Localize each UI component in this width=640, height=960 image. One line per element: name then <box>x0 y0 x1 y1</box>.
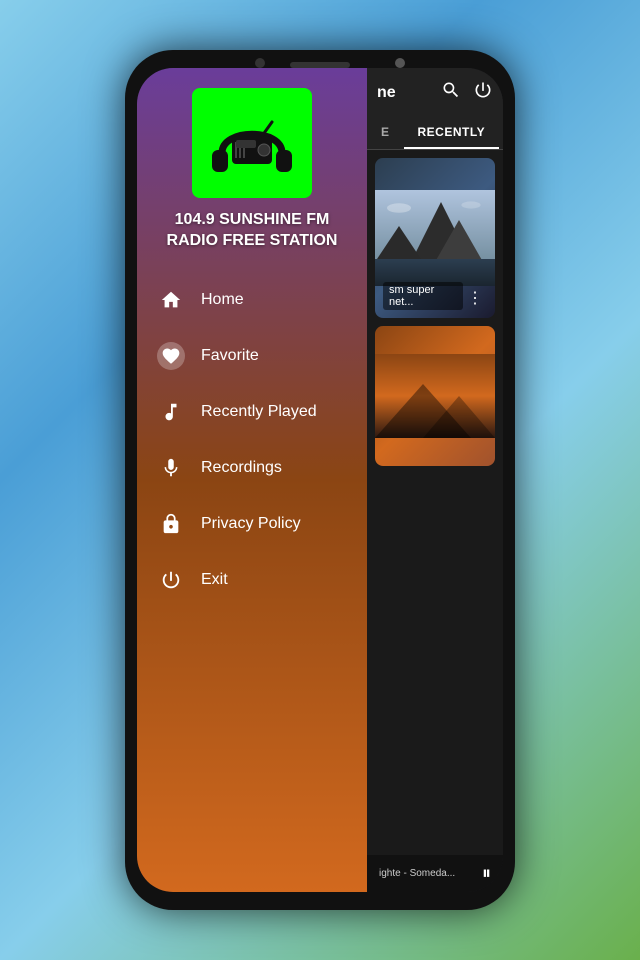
radio-headphones-icon <box>202 98 302 188</box>
power-icon[interactable] <box>473 80 493 105</box>
station-1-label: sm super net... <box>383 282 463 310</box>
privacy-policy-label: Privacy Policy <box>201 515 301 533</box>
sidebar-item-exit[interactable]: Exit <box>137 552 367 608</box>
app-title: 104.9 SUNSHINE FM RADIO FREE STATION <box>153 210 351 252</box>
player-controls: ⏸ <box>482 863 491 884</box>
pause-button[interactable]: ⏸ <box>482 863 491 884</box>
drawer-nav: Home Favorite Recently Pla <box>137 264 367 892</box>
drawer-logo-section: 104.9 SUNSHINE FM RADIO FREE STATION <box>137 68 367 264</box>
tabs-row: E RECENTLY <box>367 117 503 150</box>
main-header-title: ne <box>377 84 396 102</box>
sidebar-item-recently-played[interactable]: Recently Played <box>137 384 367 440</box>
main-content: ne E RECENTLY <box>367 68 503 892</box>
exit-label: Exit <box>201 571 228 589</box>
station-card-2-bg <box>375 326 495 466</box>
app-container: 104.9 SUNSHINE FM RADIO FREE STATION Hom… <box>137 68 503 892</box>
player-track-text: ighte - Someda... <box>379 868 482 879</box>
home-label: Home <box>201 291 244 309</box>
music-icon <box>157 398 185 426</box>
heart-icon <box>157 342 185 370</box>
mic-icon <box>157 454 185 482</box>
lock-icon <box>157 510 185 538</box>
bottom-player: ighte - Someda... ⏸ <box>367 855 503 892</box>
search-icon[interactable] <box>441 80 461 105</box>
exit-power-icon <box>157 566 185 594</box>
station-1-menu-icon[interactable]: ⋮ <box>463 286 487 310</box>
station-card-2[interactable] <box>375 326 495 466</box>
header-icons <box>441 80 493 105</box>
front-camera-right <box>395 58 405 68</box>
phone-screen: 104.9 SUNSHINE FM RADIO FREE STATION Hom… <box>137 68 503 892</box>
tab-e[interactable]: E <box>367 117 404 149</box>
tab-recently[interactable]: RECENTLY <box>404 117 500 149</box>
sunset-svg <box>375 326 495 466</box>
favorite-label: Favorite <box>201 347 259 365</box>
sidebar-item-favorite[interactable]: Favorite <box>137 328 367 384</box>
station-card-1[interactable]: sm super net... ⋮ <box>375 158 495 318</box>
drawer-menu: 104.9 SUNSHINE FM RADIO FREE STATION Hom… <box>137 68 367 892</box>
recently-played-label: Recently Played <box>201 403 317 421</box>
sidebar-item-recordings[interactable]: Recordings <box>137 440 367 496</box>
main-header: ne <box>367 68 503 117</box>
content-cards: sm super net... ⋮ <box>367 150 503 855</box>
recordings-label: Recordings <box>201 459 282 477</box>
sidebar-item-home[interactable]: Home <box>137 272 367 328</box>
app-logo-box <box>192 88 312 198</box>
front-camera-left <box>255 58 265 68</box>
home-icon <box>157 286 185 314</box>
station-card-1-bg: sm super net... ⋮ <box>375 158 495 318</box>
sidebar-item-privacy-policy[interactable]: Privacy Policy <box>137 496 367 552</box>
phone-frame: 104.9 SUNSHINE FM RADIO FREE STATION Hom… <box>125 50 515 910</box>
